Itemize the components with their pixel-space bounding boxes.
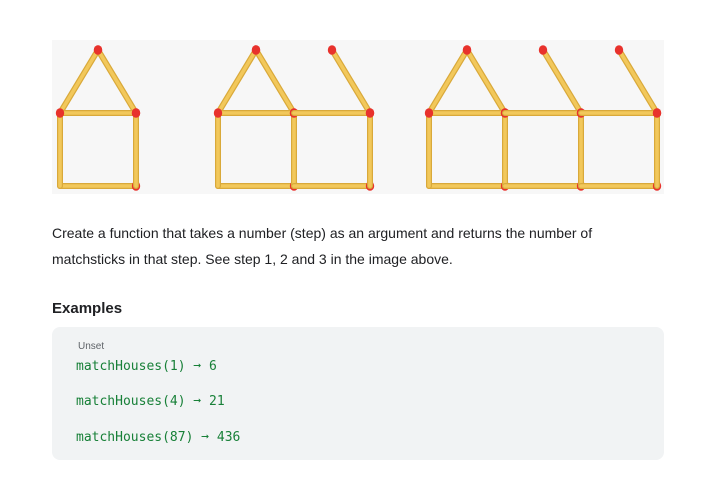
matchstick xyxy=(462,45,508,116)
matchstick xyxy=(502,108,586,118)
matchstick-houses-drawing xyxy=(55,45,662,191)
matchstick xyxy=(365,108,375,189)
matchstick xyxy=(426,108,510,118)
matchstick xyxy=(131,108,141,189)
matchstick xyxy=(251,45,297,116)
matchstick xyxy=(500,108,510,189)
matchstick xyxy=(289,108,299,189)
code-block[interactable]: Unset matchHouses(1) ➞ 6 matchHouses(4) … xyxy=(52,327,664,460)
matchstick xyxy=(424,108,434,189)
matchstick xyxy=(614,45,660,116)
matchstick xyxy=(291,108,375,118)
example-line-3[interactable]: matchHouses(87) ➞ 436 xyxy=(76,430,240,445)
matchstick xyxy=(57,181,141,191)
matchstick xyxy=(215,45,261,116)
examples-heading: Examples xyxy=(52,300,123,317)
matchstick xyxy=(57,45,103,116)
matchstick xyxy=(213,108,223,189)
matchstick xyxy=(426,45,472,116)
description-line-1: Create a function that takes a number (s… xyxy=(52,225,593,241)
example-line-2[interactable]: matchHouses(4) ➞ 21 xyxy=(76,394,225,409)
matchstick xyxy=(426,181,510,191)
matchstick xyxy=(57,108,141,118)
matchstick xyxy=(578,108,662,118)
matchstick xyxy=(576,108,586,189)
matchstick xyxy=(55,108,65,189)
challenge-description: Create a function that takes a number (s… xyxy=(52,220,672,272)
matchstick xyxy=(93,45,139,116)
matchstick xyxy=(538,45,584,116)
matchstick xyxy=(578,181,662,191)
matchstick-houses-image xyxy=(52,40,664,194)
matchstick xyxy=(652,108,662,189)
matchstick xyxy=(327,45,373,116)
matchstick xyxy=(215,108,299,118)
matchstick xyxy=(215,181,299,191)
code-language-label: Unset xyxy=(78,341,105,352)
description-line-2: matchsticks in that step. See step 1, 2 … xyxy=(52,251,453,267)
matchstick xyxy=(502,181,586,191)
matchstick xyxy=(291,181,375,191)
example-line-1[interactable]: matchHouses(1) ➞ 6 xyxy=(76,359,217,374)
